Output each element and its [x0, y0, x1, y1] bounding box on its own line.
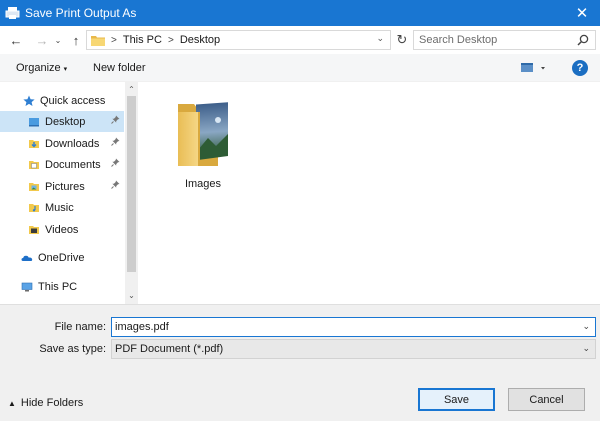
- breadcrumb-desktop[interactable]: Desktop: [180, 34, 220, 46]
- chevron-down-icon[interactable]: ⌄: [582, 321, 590, 332]
- save-type-value: PDF Document (*.pdf): [115, 343, 224, 355]
- sidebar-item-onedrive[interactable]: OneDrive: [0, 247, 124, 268]
- help-button[interactable]: ?: [572, 60, 588, 76]
- change-view-button[interactable]: [519, 61, 549, 75]
- address-row: ← → ⌄ ↑ > This PC > Desktop ⌄ ↻: [0, 26, 600, 54]
- close-button[interactable]: ✕: [564, 0, 600, 26]
- file-name-label: Images: [184, 178, 222, 190]
- onedrive-icon: [21, 252, 33, 264]
- sidebar-item-downloads[interactable]: Downloads: [0, 133, 124, 154]
- breadcrumb-separator: >: [167, 34, 174, 46]
- sidebar-item-quick-access[interactable]: Quick access: [0, 90, 124, 111]
- folder-icon: [91, 35, 105, 46]
- scrollbar-thumb[interactable]: [127, 96, 136, 272]
- sidebar-item-label: Downloads: [45, 137, 100, 150]
- file-list: Images: [138, 82, 600, 304]
- sidebar-item-desktop[interactable]: Desktop: [0, 111, 124, 132]
- navigation-pane: Quick access Desktop Downloads Documents: [0, 82, 138, 304]
- back-button[interactable]: ←: [6, 30, 26, 50]
- file-item-images-folder[interactable]: Images: [168, 94, 238, 194]
- pictures-folder-icon: [28, 181, 40, 193]
- refresh-icon: ↻: [396, 32, 408, 47]
- pin-icon[interactable]: [111, 180, 120, 191]
- desktop-folder-icon: [28, 116, 40, 128]
- up-arrow-icon: ↑: [72, 32, 80, 48]
- search-icon[interactable]: [577, 34, 589, 46]
- sidebar-item-pictures[interactable]: Pictures: [0, 176, 124, 197]
- caret-down-icon: ▾: [63, 66, 68, 73]
- new-folder-button[interactable]: New folder: [89, 62, 150, 74]
- sidebar-item-documents[interactable]: Documents: [0, 154, 124, 175]
- save-type-field-label: Save as type:: [39, 343, 106, 355]
- chevron-down-icon: ⌄: [582, 343, 590, 353]
- star-icon: [23, 95, 35, 107]
- computer-icon: [21, 281, 33, 293]
- view-options-icon: [521, 63, 545, 72]
- pin-icon[interactable]: [111, 137, 120, 148]
- sidebar-item-label: Quick access: [40, 94, 106, 107]
- close-icon: ✕: [575, 5, 589, 22]
- sidebar-item-label: Documents: [45, 158, 101, 171]
- file-name-input[interactable]: [115, 321, 555, 333]
- forward-arrow-icon: →: [35, 32, 49, 48]
- address-bar[interactable]: > This PC > Desktop ⌄: [86, 30, 391, 50]
- sidebar-item-music[interactable]: Music: [0, 197, 124, 218]
- hide-folders-button[interactable]: ▲ Hide Folders: [8, 397, 83, 409]
- organize-label: Organize: [16, 62, 61, 74]
- file-name-combobox[interactable]: ⌄: [111, 317, 596, 337]
- folder-thumbnail-icon: [174, 98, 232, 170]
- window-title: Save Print Output As: [25, 6, 137, 20]
- cancel-button[interactable]: Cancel: [508, 388, 585, 411]
- sidebar-item-label: Videos: [45, 223, 79, 236]
- sidebar-item-label: OneDrive: [38, 251, 85, 264]
- sidebar-item-label: This PC: [38, 280, 78, 293]
- chevron-down-icon: ⌄: [54, 35, 62, 45]
- save-type-select[interactable]: PDF Document (*.pdf) ⌄: [111, 339, 596, 359]
- help-icon: ?: [576, 62, 584, 74]
- organize-button[interactable]: Organize ▾: [12, 62, 71, 74]
- address-dropdown-icon[interactable]: ⌄: [376, 33, 384, 44]
- pin-icon[interactable]: [111, 158, 120, 169]
- save-options-pane: File name: ⌄ Save as type: PDF Document …: [0, 304, 600, 421]
- sidebar-item-label: Pictures: [45, 180, 85, 193]
- navigation-scrollbar[interactable]: ⌃ ⌄: [125, 82, 138, 304]
- caret-up-icon: ▲: [8, 398, 16, 408]
- search-box[interactable]: [413, 30, 596, 50]
- videos-folder-icon: [28, 224, 40, 236]
- breadcrumb-separator: >: [111, 34, 117, 46]
- recent-locations-button[interactable]: ⌄: [52, 30, 64, 50]
- file-name-field-label: File name:: [54, 321, 106, 333]
- pin-icon[interactable]: [111, 115, 120, 126]
- downloads-folder-icon: [28, 138, 40, 150]
- hide-folders-label: Hide Folders: [20, 397, 84, 409]
- breadcrumb-this-pc[interactable]: This PC: [123, 34, 162, 46]
- sidebar-item-label: Music: [45, 201, 74, 214]
- sidebar-item-label: Desktop: [45, 115, 86, 128]
- scroll-up-icon[interactable]: ⌃: [125, 84, 138, 96]
- up-button[interactable]: ↑: [66, 30, 86, 50]
- printer-app-icon: [5, 5, 21, 21]
- refresh-button[interactable]: ↻: [393, 30, 411, 50]
- forward-button[interactable]: →: [32, 30, 52, 50]
- sidebar-item-videos[interactable]: Videos: [0, 219, 124, 240]
- save-button[interactable]: Save: [418, 388, 495, 411]
- command-toolbar: Organize ▾ New folder ?: [0, 54, 600, 82]
- scroll-down-icon[interactable]: ⌄: [125, 290, 138, 302]
- documents-folder-icon: [28, 159, 40, 171]
- search-input[interactable]: [419, 34, 569, 46]
- title-bar: Save Print Output As ✕: [0, 0, 600, 26]
- music-folder-icon: [28, 202, 40, 214]
- sidebar-item-this-pc[interactable]: This PC: [0, 276, 124, 297]
- back-arrow-icon: ←: [9, 32, 23, 48]
